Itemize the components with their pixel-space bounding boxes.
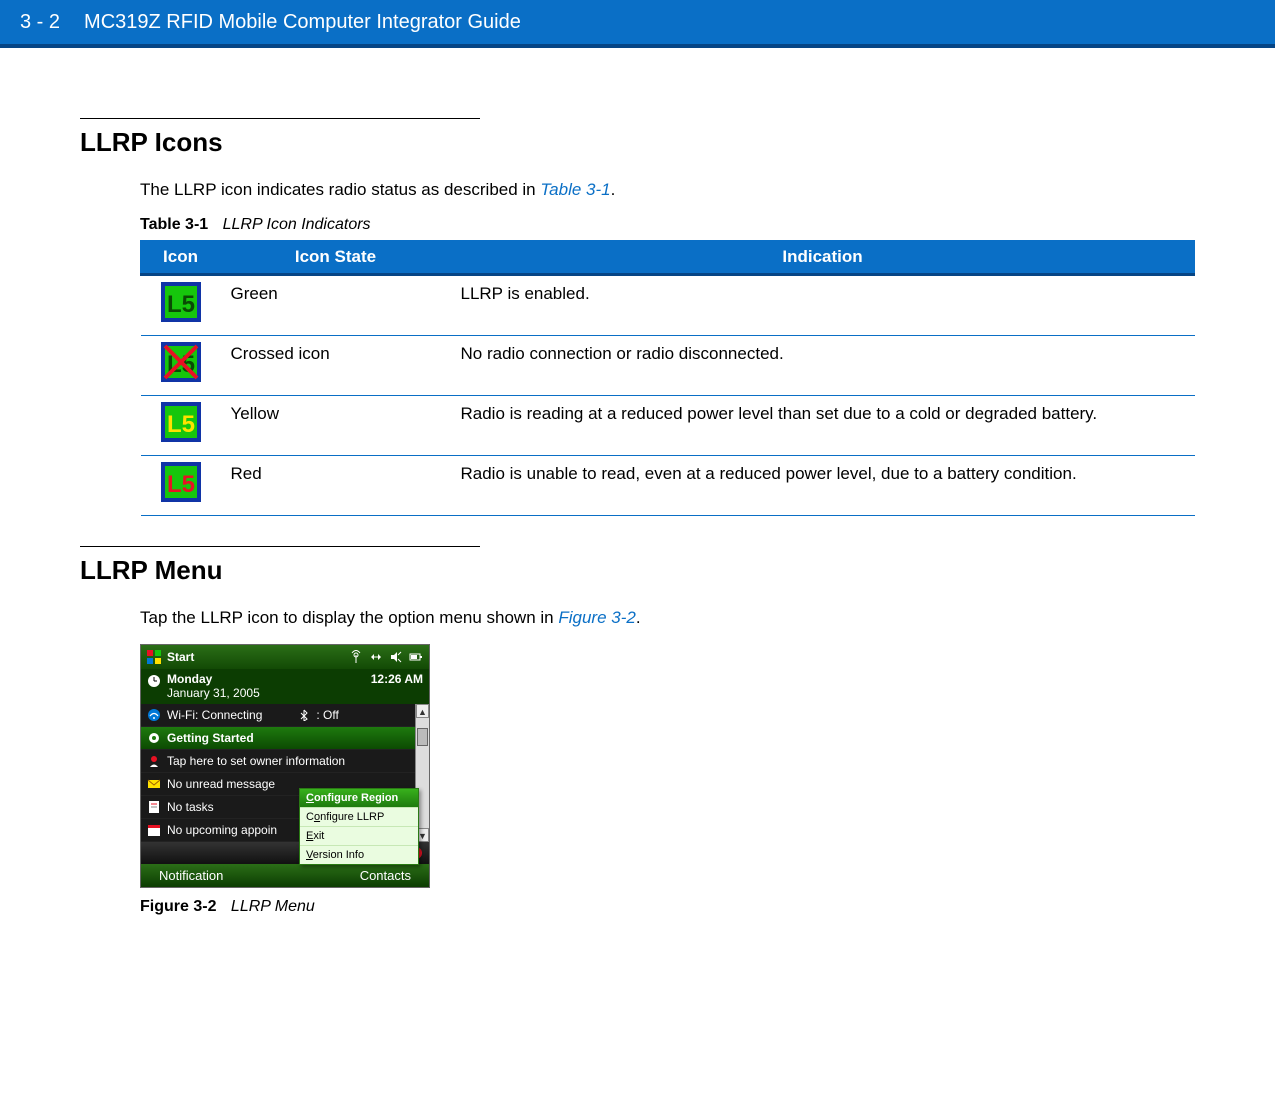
section-heading-llrp-menu: LLRP Menu — [80, 555, 1195, 586]
softkey-notification[interactable]: Notification — [159, 868, 223, 883]
menu-item-exit[interactable]: Exit — [300, 827, 418, 846]
table-3-1-caption: Table 3-1 LLRP Icon Indicators — [140, 216, 1195, 234]
ss-appointments-label: No upcoming appoin — [167, 823, 277, 837]
figure-3-2-caption: Figure 3-2 LLRP Menu — [140, 898, 1195, 916]
document-title: MC319Z RFID Mobile Computer Integrator G… — [84, 11, 521, 34]
figure-caption-label: Figure 3-2 — [140, 898, 216, 915]
icon-state: Yellow — [221, 396, 451, 456]
antenna-icon[interactable] — [349, 650, 363, 664]
windows-start-icon[interactable] — [147, 650, 161, 664]
figure-3-2-screenshot: Start Monday January 31, 2005 12:26 AM W… — [140, 644, 430, 888]
svg-text:L5: L5 — [166, 291, 194, 318]
battery-icon[interactable] — [409, 650, 423, 664]
scroll-up-arrow[interactable]: ▲ — [416, 704, 429, 718]
ss-bt-label: : Off — [316, 708, 338, 722]
section2-intro: Tap the LLRP icon to display the option … — [140, 608, 1195, 628]
ss-owner-label: Tap here to set owner information — [167, 754, 345, 768]
table-row: L5 Yellow Radio is reading at a reduced … — [141, 396, 1195, 456]
col-icon-state: Icon State — [221, 241, 451, 275]
icon-state: Green — [221, 275, 451, 336]
intro-post: . — [636, 608, 641, 627]
mail-icon — [147, 777, 161, 791]
col-indication: Indication — [451, 241, 1195, 275]
calendar-icon — [147, 823, 161, 837]
connection-icon[interactable] — [369, 650, 383, 664]
ss-row-wifi[interactable]: Wi-Fi: Connecting : Off — [141, 704, 415, 727]
section-rule — [80, 118, 480, 119]
ss-row-getting-started[interactable]: Getting Started — [141, 727, 415, 750]
icon-state: Red — [221, 456, 451, 516]
svg-text:L5: L5 — [166, 411, 194, 438]
llrp-crossed-icon: L5 — [161, 342, 201, 382]
page-number: 3 - 2 — [20, 11, 60, 34]
tasks-icon — [147, 800, 161, 814]
svg-text:L5: L5 — [166, 471, 194, 498]
bluetooth-icon — [298, 709, 310, 721]
icon-indication: Radio is reading at a reduced power leve… — [451, 396, 1195, 456]
ss-messages-label: No unread message — [167, 777, 275, 791]
ss-getting-started-label: Getting Started — [167, 731, 254, 745]
softkey-contacts[interactable]: Contacts — [360, 868, 411, 883]
icon-indication: No radio connection or radio disconnecte… — [451, 336, 1195, 396]
table-caption-title: LLRP Icon Indicators — [223, 216, 371, 233]
ss-row-owner[interactable]: Tap here to set owner information — [141, 750, 415, 773]
icon-state: Crossed icon — [221, 336, 451, 396]
figure-3-2-link[interactable]: Figure 3-2 — [558, 608, 635, 627]
section-heading-llrp-icons: LLRP Icons — [80, 127, 1195, 158]
ss-soft-key-bar: Notification Contacts — [141, 864, 429, 887]
ss-date: January 31, 2005 — [167, 686, 260, 700]
clock-icon — [147, 674, 161, 688]
section-rule — [80, 546, 480, 547]
wifi-icon — [147, 708, 161, 722]
table-caption-label: Table 3-1 — [140, 216, 208, 233]
owner-icon — [147, 754, 161, 768]
table-row: L5 Crossed icon No radio connection or r… — [141, 336, 1195, 396]
llrp-yellow-icon: L5 — [161, 402, 201, 442]
page-content: LLRP Icons The LLRP icon indicates radio… — [0, 48, 1275, 956]
speaker-icon[interactable] — [389, 650, 403, 664]
ss-dateline[interactable]: Monday January 31, 2005 12:26 AM — [141, 669, 429, 704]
ss-titlebar: Start — [141, 645, 429, 669]
llrp-popup-menu: Configure Region Configure LLRP Exit Ver… — [299, 788, 419, 865]
section1-intro: The LLRP icon indicates radio status as … — [140, 180, 1195, 200]
menu-item-configure-region[interactable]: Configure Region — [300, 789, 418, 808]
figure-caption-title: LLRP Menu — [231, 898, 315, 915]
intro-text: Tap the LLRP icon to display the option … — [140, 608, 558, 627]
intro-text: The LLRP icon indicates radio status as … — [140, 180, 540, 199]
ss-day: Monday — [167, 672, 260, 686]
table-row: L5 Red Radio is unable to read, even at … — [141, 456, 1195, 516]
ss-time: 12:26 AM — [371, 672, 423, 686]
intro-post: . — [611, 180, 616, 199]
icon-indication: LLRP is enabled. — [451, 275, 1195, 336]
scroll-thumb[interactable] — [417, 728, 428, 746]
llrp-red-icon: L5 — [161, 462, 201, 502]
llrp-icon-table: Icon Icon State Indication L5 Green LLRP… — [140, 240, 1195, 516]
table-3-1-link[interactable]: Table 3-1 — [540, 180, 610, 199]
ss-wifi-label: Wi-Fi: Connecting — [167, 708, 262, 722]
page-header: 3 - 2 MC319Z RFID Mobile Computer Integr… — [0, 0, 1275, 48]
gear-icon — [147, 731, 161, 745]
ss-start-label[interactable]: Start — [167, 650, 194, 664]
llrp-green-icon: L5 — [161, 282, 201, 322]
menu-item-configure-llrp[interactable]: Configure LLRP — [300, 808, 418, 827]
table-row: L5 Green LLRP is enabled. — [141, 275, 1195, 336]
menu-item-version-info[interactable]: Version Info — [300, 846, 418, 864]
col-icon: Icon — [141, 241, 221, 275]
ss-tasks-label: No tasks — [167, 800, 214, 814]
icon-indication: Radio is unable to read, even at a reduc… — [451, 456, 1195, 516]
